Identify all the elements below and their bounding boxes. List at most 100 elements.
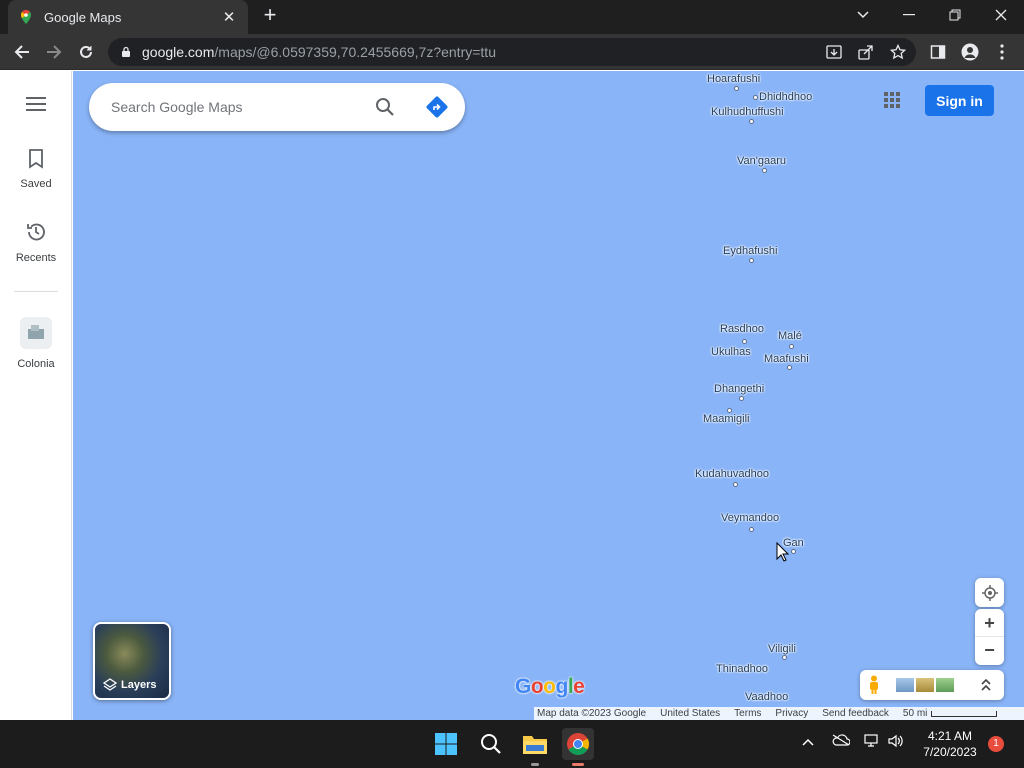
layers-label: Layers	[121, 679, 157, 691]
place-dot[interactable]	[791, 549, 796, 554]
layers-icon	[103, 678, 117, 691]
clock-date: 7/20/2023	[923, 745, 977, 759]
maps-sidebar: Saved Recents Colonia	[0, 71, 72, 720]
minimize-button[interactable]	[886, 0, 932, 30]
place-label[interactable]: Dhidhdhoo	[759, 91, 812, 103]
place-label[interactable]: Vaadhoo	[745, 691, 788, 703]
network-icon[interactable]	[864, 734, 880, 751]
show-hidden-icons-chevron[interactable]	[802, 734, 814, 749]
google-apps-icon[interactable]	[883, 91, 903, 111]
place-label[interactable]: Viligili	[768, 643, 796, 655]
place-label[interactable]: Van'gaaru	[737, 155, 786, 167]
place-dot[interactable]	[734, 86, 739, 91]
search-icon[interactable]	[375, 97, 397, 119]
google-maps-favicon-icon	[21, 10, 31, 24]
sidebar-divider	[14, 291, 58, 292]
volume-icon[interactable]	[888, 734, 904, 751]
colonia-label: Colonia	[17, 358, 55, 370]
expand-chevron-icon[interactable]	[980, 678, 992, 692]
tab-search-chevron-icon[interactable]	[840, 0, 886, 30]
place-label[interactable]: Rasdhoo	[720, 323, 764, 335]
place-dot[interactable]	[749, 527, 754, 532]
place-dot[interactable]	[787, 365, 792, 370]
address-bar[interactable]: google.com/maps/@6.0597359,70.2455669,7z…	[108, 38, 916, 66]
place-label[interactable]: Dhangethi	[714, 383, 764, 395]
place-dot[interactable]	[762, 168, 767, 173]
place-label[interactable]: Malé	[778, 330, 802, 342]
place-label[interactable]: Hoarafushi	[707, 73, 760, 85]
place-label[interactable]: Maafushi	[764, 353, 809, 365]
recents-button[interactable]: Recents	[0, 221, 72, 264]
browser-window: Google Maps ✕ + google.com/maps/@6.05973…	[0, 0, 1024, 720]
place-dot[interactable]	[753, 95, 758, 100]
privacy-link[interactable]: Privacy	[775, 708, 808, 719]
recents-label: Recents	[15, 252, 57, 264]
zoom-control: + −	[975, 609, 1004, 665]
back-arrow-icon[interactable]	[10, 40, 34, 64]
restore-button[interactable]	[932, 0, 978, 30]
colonia-recent-item[interactable]: Colonia	[0, 317, 72, 370]
bookmark-star-icon[interactable]	[888, 42, 908, 62]
map-canvas[interactable]: Hoarafushi Dhidhdhoo Kulhudhuffushi Van'…	[73, 71, 1024, 720]
running-indicator	[531, 763, 539, 766]
windows-taskbar: 4:21 AM 7/20/2023 1	[0, 720, 1024, 768]
place-dot[interactable]	[739, 396, 744, 401]
pegman-icon[interactable]	[868, 675, 880, 695]
place-label[interactable]: Kudahuvadhoo	[695, 468, 769, 480]
imagery-thumbnails[interactable]	[896, 678, 954, 692]
thumbnail-terrain[interactable]	[916, 678, 934, 692]
place-label[interactable]: Veymandoo	[721, 512, 779, 524]
saved-button[interactable]: Saved	[0, 149, 72, 190]
start-button[interactable]	[430, 728, 462, 760]
directions-icon[interactable]	[425, 95, 449, 119]
terms-link[interactable]: Terms	[734, 708, 761, 719]
thumbnail-green[interactable]	[936, 678, 954, 692]
place-label[interactable]: Maamigili	[703, 413, 749, 425]
profile-icon[interactable]	[958, 40, 982, 64]
region-link[interactable]: United States	[660, 708, 720, 719]
lock-icon[interactable]	[120, 46, 132, 58]
layers-button[interactable]: Layers	[93, 622, 171, 700]
chrome-taskbar-button[interactable]	[562, 728, 594, 766]
system-clock[interactable]: 4:21 AM 7/20/2023	[918, 728, 982, 760]
history-icon	[27, 223, 45, 241]
zoom-in-button[interactable]: +	[975, 610, 1004, 637]
forward-arrow-icon[interactable]	[42, 40, 66, 64]
place-dot[interactable]	[782, 655, 787, 660]
thumbnail-sky[interactable]	[896, 678, 914, 692]
scale-control[interactable]: 50 mi	[903, 708, 998, 719]
side-panel-icon[interactable]	[926, 40, 950, 64]
search-taskbar-button[interactable]	[475, 728, 507, 760]
share-icon[interactable]	[856, 42, 876, 62]
place-label[interactable]: Kulhudhuffushi	[711, 106, 784, 118]
menu-kebab-icon[interactable]	[990, 40, 1014, 64]
zoom-out-button[interactable]: −	[975, 637, 1004, 664]
new-tab-button[interactable]: +	[258, 4, 282, 28]
place-dot[interactable]	[789, 344, 794, 349]
place-dot[interactable]	[749, 119, 754, 124]
bookmark-icon	[29, 149, 43, 169]
windows-logo-icon	[435, 733, 457, 755]
place-label[interactable]: Eydhafushi	[723, 245, 777, 257]
notification-badge[interactable]: 1	[988, 736, 1004, 752]
place-dot[interactable]	[749, 258, 754, 263]
place-label[interactable]: Ukulhas	[711, 346, 751, 358]
onedrive-offline-icon[interactable]	[832, 734, 851, 749]
install-app-icon[interactable]	[824, 42, 844, 62]
file-explorer-button[interactable]	[519, 728, 551, 766]
mouse-cursor-icon	[776, 542, 790, 562]
place-dot[interactable]	[733, 482, 738, 487]
send-feedback-link[interactable]: Send feedback	[822, 708, 889, 719]
search-box	[89, 83, 465, 131]
reload-icon[interactable]	[74, 40, 98, 64]
hamburger-menu-button[interactable]	[0, 97, 72, 116]
close-window-button[interactable]	[978, 0, 1024, 30]
tab-google-maps[interactable]: Google Maps ✕	[8, 0, 248, 34]
place-dot[interactable]	[742, 339, 747, 344]
my-location-button[interactable]	[975, 578, 1004, 607]
place-label[interactable]: Thinadhoo	[716, 663, 768, 675]
sign-in-button[interactable]: Sign in	[925, 85, 994, 116]
search-input[interactable]	[111, 95, 361, 119]
close-tab-icon[interactable]: ✕	[220, 8, 238, 26]
tab-title: Google Maps	[44, 9, 122, 25]
